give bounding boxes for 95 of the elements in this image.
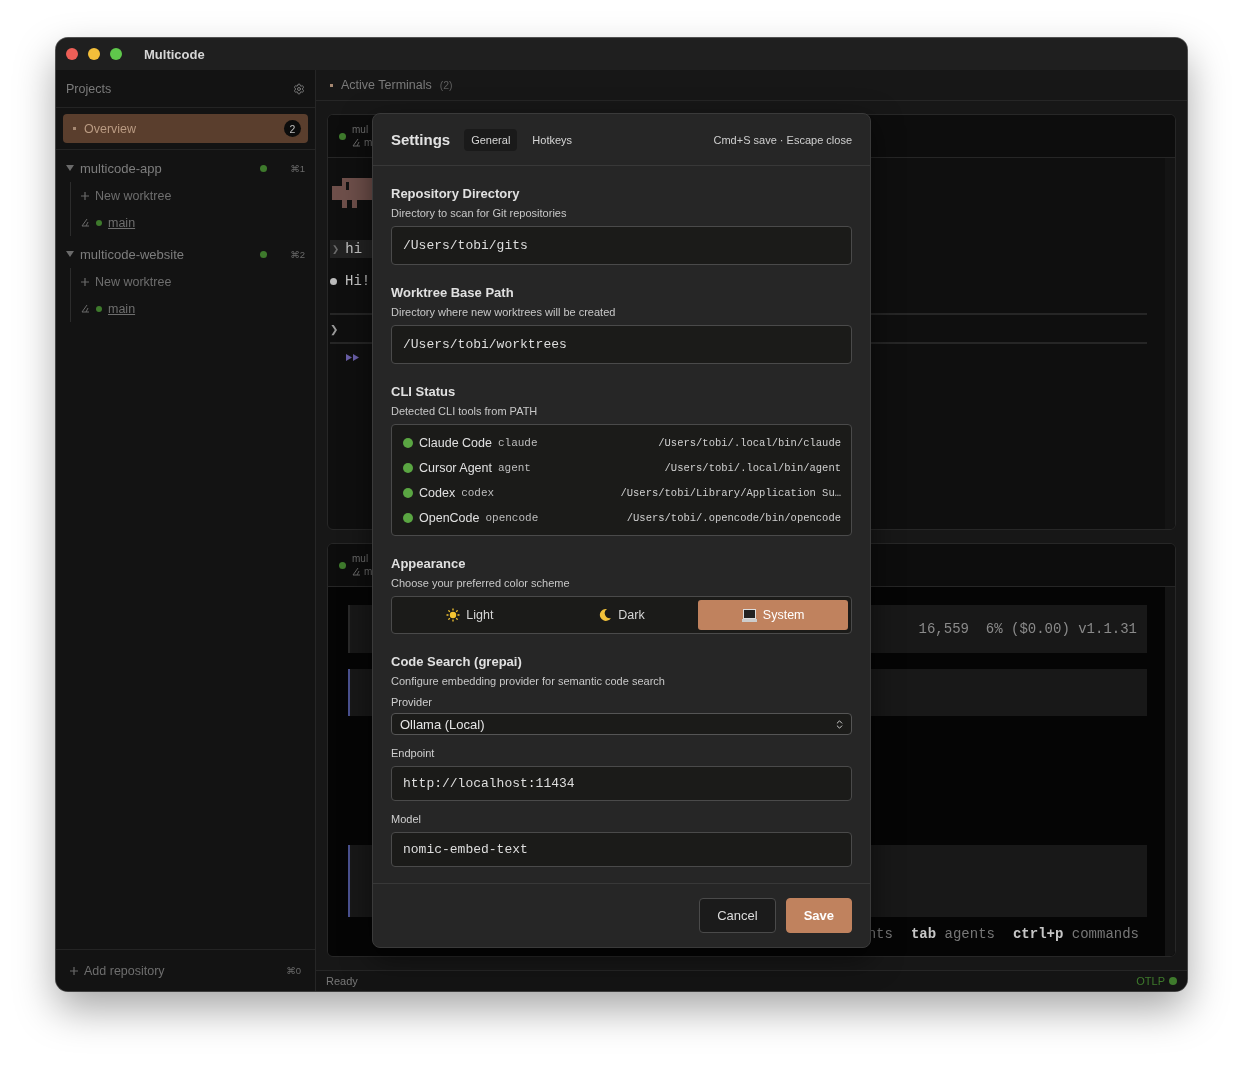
shortcut-hint: Cmd+S save · Escape close (713, 133, 852, 146)
branch-icon (81, 218, 90, 227)
settings-tab[interactable]: General (464, 128, 518, 151)
dialog-title: Settings (391, 131, 451, 148)
sun-icon (446, 608, 461, 622)
shortcut-label: ⌘0 (285, 965, 301, 976)
new-worktree-link[interactable]: New worktree (95, 274, 172, 289)
settings-tab[interactable]: Hotkeys (525, 128, 580, 151)
count-badge: 2 (284, 120, 301, 137)
theme-option[interactable]: Light (395, 600, 545, 630)
branch-icon (352, 138, 361, 147)
section-title: Code Search (grepai) (391, 654, 523, 669)
terminal-name: mul (352, 552, 370, 565)
section-description: Choose your preferred color scheme (391, 577, 571, 589)
cancel-button[interactable]: Cancel (699, 898, 776, 933)
close-button[interactable] (66, 48, 78, 60)
tool-name: Codex (419, 485, 456, 500)
window-title: Multicode (144, 46, 205, 62)
section-description: Detected CLI tools from PATH (391, 405, 539, 417)
shortcut-label: ⌘2 (289, 248, 305, 260)
section-description: Directory where new worktrees will be created (391, 306, 617, 318)
tool-path: /Users/tobi/Library/Application Su… (620, 486, 841, 499)
tool-name: OpenCode (419, 510, 480, 525)
section-title: Active Terminals (341, 78, 432, 92)
status-dot (260, 164, 267, 172)
section-title: CLI Status (391, 384, 457, 399)
minimize-button[interactable] (88, 48, 100, 60)
status-dot (96, 219, 102, 226)
bullet-icon (73, 127, 76, 130)
bullet-icon (330, 83, 333, 87)
terminal-branch: m (364, 565, 373, 578)
otlp-label: OTLP (1136, 975, 1165, 987)
overview-item[interactable]: Overview 2 (63, 114, 308, 143)
status-dot (1169, 977, 1177, 985)
overview-label: Overview (84, 121, 138, 136)
provider-select[interactable]: Ollama (Local) (391, 713, 852, 735)
branch-icon (81, 304, 90, 313)
status-text: Ready (326, 975, 358, 987)
key-hint: ctrl+p commands (1012, 925, 1139, 942)
key-hint: tab agents (910, 925, 995, 942)
moon-icon (598, 608, 613, 622)
reply-dot (330, 277, 337, 285)
add-repository-link[interactable]: Add repository (84, 963, 263, 978)
path-field[interactable]: /Users/tobi/worktrees (391, 325, 852, 364)
chevron-icon (834, 718, 845, 730)
plus-icon (81, 277, 89, 286)
terminal-branch: m (364, 136, 373, 149)
field-label: Provider (391, 696, 433, 708)
branch-link[interactable]: main (108, 301, 136, 316)
settings-icon[interactable] (293, 82, 305, 95)
laptop-icon (741, 608, 757, 622)
tool-command: claude (497, 436, 538, 449)
tool-name: Claude Code (419, 435, 492, 450)
branch-icon (352, 567, 361, 576)
play-icon (346, 354, 360, 361)
caret-icon[interactable] (66, 164, 74, 172)
section-description: Configure embedding provider for semantic code search (391, 675, 666, 687)
text-field[interactable]: http://localhost:11434 (391, 766, 852, 801)
tool-name: Cursor Agent (419, 460, 492, 475)
tool-path: /Users/tobi/.local/bin/claude (658, 436, 841, 449)
new-worktree-link[interactable]: New worktree (95, 188, 172, 203)
plus-icon (81, 191, 89, 200)
path-field[interactable]: /Users/tobi/gits (391, 226, 852, 265)
status-dot (96, 305, 102, 312)
status-dot (339, 132, 346, 140)
plus-icon (70, 966, 78, 975)
tool-path: /Users/tobi/.local/bin/agent (664, 461, 841, 474)
section-description: Directory to scan for Git repositories (391, 207, 568, 219)
section-title: Repository Directory (391, 186, 521, 201)
sidebar-title: Projects (66, 81, 112, 96)
status-dot (339, 561, 346, 569)
caret-icon[interactable] (66, 250, 74, 258)
branch-link[interactable]: main (108, 215, 136, 230)
field-label: Endpoint (391, 747, 436, 759)
text-field[interactable]: nomic-embed-text (391, 832, 852, 867)
terminal-name: mul (352, 123, 370, 136)
reply-text: Hi! (345, 273, 371, 289)
statusline-text: 16,559 6% ($0.00) v1.1.31 (918, 621, 1137, 637)
terminal-count: (2) (439, 79, 453, 91)
tool-command: codex (461, 486, 495, 499)
section-title: Worktree Base Path (391, 285, 515, 300)
section-title: Appearance (391, 556, 467, 571)
shortcut-label: ⌘1 (289, 162, 305, 174)
prompt-text: hi (345, 241, 363, 257)
input-chevron: ❯ (330, 321, 340, 338)
status-dot (260, 250, 267, 258)
project-name[interactable]: multicode-website (80, 246, 254, 262)
zoom-button[interactable] (110, 48, 122, 60)
tool-path: /Users/tobi/.opencode/bin/opencode (626, 511, 841, 524)
tool-command: agent (497, 461, 531, 474)
field-label: Model (391, 813, 422, 825)
project-name[interactable]: multicode-app (80, 160, 254, 176)
theme-option[interactable]: Dark (546, 600, 697, 630)
prompt-chevron: ❯ (332, 241, 340, 257)
tool-command: opencode (485, 511, 539, 524)
